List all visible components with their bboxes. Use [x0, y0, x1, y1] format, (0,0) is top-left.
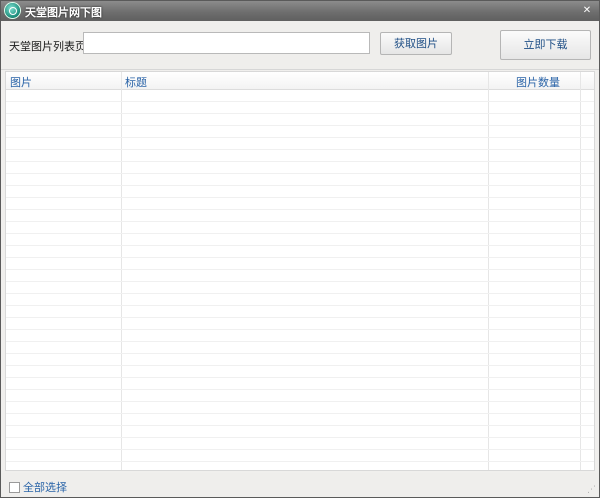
table-row-line [6, 245, 594, 246]
table-row-line [6, 365, 594, 366]
table-row-line [6, 185, 594, 186]
table-row-line [6, 425, 594, 426]
table-row-line [6, 269, 594, 270]
table-row-line [6, 257, 594, 258]
table-row-line [6, 317, 594, 318]
table-row-line [6, 413, 594, 414]
table-row-line [6, 377, 594, 378]
select-all-checkbox[interactable] [9, 481, 20, 493]
resize-grip-icon[interactable]: ⋰ [587, 486, 596, 495]
table-row-line [6, 137, 594, 138]
select-all-toggle[interactable]: 全部选择 [9, 479, 67, 495]
table-row-line [6, 353, 594, 354]
table-header: 图片 标题 图片数量 [6, 72, 594, 90]
table-row-line [6, 461, 594, 462]
table-row-line [6, 401, 594, 402]
title-bar[interactable]: 天堂图片网下图 ✕ [1, 1, 599, 21]
table-row-line [6, 221, 594, 222]
table-row-line [6, 197, 594, 198]
table-row-line [6, 173, 594, 174]
table-row-line [6, 113, 594, 114]
window-title: 天堂图片网下图 [25, 6, 102, 19]
app-window: 天堂图片网下图 ✕ 天堂图片列表页： 获取图片 立即下载 图片 标题 图片数量 … [0, 0, 600, 498]
table-row-line [6, 125, 594, 126]
table-row-line [6, 293, 594, 294]
select-all-label[interactable]: 全部选择 [23, 479, 67, 495]
table-row-line [6, 329, 594, 330]
status-bar: 全部选择 ⋰ [1, 473, 599, 497]
column-header-title[interactable]: 标题 [125, 74, 147, 90]
table-row-line [6, 233, 594, 234]
table-row-line [6, 437, 594, 438]
table-row-line [6, 281, 594, 282]
table-row-line [6, 101, 594, 102]
download-now-button[interactable]: 立即下载 [500, 30, 591, 60]
table-row-line [6, 449, 594, 450]
table-row-line [6, 209, 594, 210]
column-header-image[interactable]: 图片 [10, 74, 32, 90]
column-header-image-count[interactable]: 图片数量 [516, 74, 560, 90]
table-row-line [6, 161, 594, 162]
table-row-line [6, 341, 594, 342]
image-list-table[interactable]: 图片 标题 图片数量 [5, 71, 595, 471]
table-row-line [6, 305, 594, 306]
table-row-line [6, 149, 594, 150]
table-row-line [6, 389, 594, 390]
list-page-url-input[interactable] [83, 32, 370, 54]
close-icon[interactable]: ✕ [581, 6, 593, 16]
column-divider[interactable] [580, 72, 581, 470]
toolbar: 天堂图片列表页： 获取图片 立即下载 [1, 21, 599, 70]
app-logo-icon [5, 3, 20, 18]
column-divider[interactable] [488, 72, 489, 470]
fetch-images-button[interactable]: 获取图片 [380, 32, 452, 55]
column-divider[interactable] [121, 72, 122, 470]
